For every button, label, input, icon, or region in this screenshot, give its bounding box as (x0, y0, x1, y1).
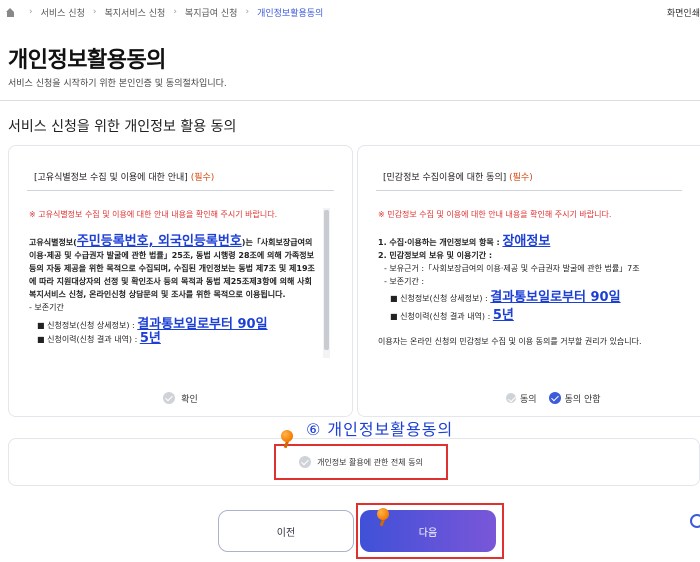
retention-value: 결과통보일로부터 90일 (490, 290, 621, 305)
consent-text: ※ 고유식별정보 수집 및 이용에 대한 안내 내용을 확인해 주시기 바랍니다… (29, 208, 316, 380)
consent-text: ※ 민감정보 수집 및 이용에 대한 안내 내용을 확인해 주시기 바랍니다. … (378, 208, 684, 380)
breadcrumb-current: 개인정보활용동의 (257, 8, 324, 19)
all-agree-label: 개인정보 활용에 관한 전체 동의 (317, 457, 423, 467)
pushpin-icon (376, 508, 390, 527)
unique-id-consent-card: [고유식별정보 수집 및 이용에 대한 안내] (필수) ※ 고유식별정보 수집… (8, 145, 353, 417)
retention-item: ■ 신청정보(신청 상세정보) : 결과통보일로부터 90일 (37, 317, 268, 332)
radio-icon[interactable] (506, 393, 516, 403)
page-subtitle: 서비스 신청을 시작하기 위한 본인인증 및 동의절차입니다. (8, 79, 227, 89)
scroll-thumb[interactable] (324, 210, 329, 350)
retention-value: 5년 (492, 308, 514, 323)
card-title: [고유식별정보 수집 및 이용에 대한 안내] (필수) (34, 173, 215, 183)
check-circle-icon[interactable] (548, 392, 561, 404)
confirm-label: 확인 (181, 394, 198, 405)
retention-value: 5년 (139, 331, 161, 346)
retention-period: 2. 민감정보의 보유 및 이용기간 : (378, 251, 493, 260)
warning-text: ※ 민감정보 수집 및 이용에 대한 안내 내용을 확인해 주시기 바랍니다. (378, 210, 612, 219)
section-title: 서비스 신청을 위한 개인정보 활용 동의 (8, 119, 237, 135)
required-badge: (필수) (190, 173, 215, 183)
warning-text: ※ 고유식별정보 수집 및 이용에 대한 안내 내용을 확인해 주시기 바랍니다… (29, 210, 278, 219)
scrollbar[interactable] (323, 208, 330, 358)
retention-label: - 보존기간 : (384, 277, 425, 286)
chevron-right-icon: › (173, 7, 177, 17)
breadcrumb-item-welfare-benefit[interactable]: 복지급여 신청 (185, 6, 238, 19)
required-badge: (필수) (509, 173, 533, 183)
print-screen-link[interactable]: 화면인쇄 (667, 6, 700, 19)
confirm-checkbox[interactable]: 확인 (9, 380, 352, 416)
circle-icon[interactable] (690, 514, 700, 528)
consent-paragraph: 고유식별정보(주민등록번호, 외국인등록번호)는「사회보장급여의 이용·제공 및… (29, 234, 315, 299)
check-circle-icon[interactable] (163, 392, 176, 404)
disagree-radio[interactable]: 동의 안함 (548, 392, 601, 405)
retention-item: ■ 신청정보(신청 상세정보) : 결과통보일로부터 90일 (390, 290, 621, 305)
divider (0, 100, 700, 101)
breadcrumb-item-welfare-service[interactable]: 복지서비스 신청 (104, 6, 165, 19)
step-annotation: ⑥ 개인정보활용동의 (306, 420, 454, 439)
chevron-right-icon: › (92, 7, 97, 17)
retention-label: - 보존기간 (29, 303, 64, 312)
divider (27, 190, 334, 191)
page-title: 개인정보활용동의 (8, 48, 166, 73)
all-agree-checkbox[interactable]: 개인정보 활용에 관한 전체 동의 (274, 444, 448, 480)
collect-items: 1. 수집·이용하는 개인정보의 항목 : 장애정보 (378, 234, 551, 249)
breadcrumb: › 서비스 신청 › 복지서비스 신청 › 복지급여 신청 › 개인정보활용동의… (0, 0, 700, 24)
check-circle-icon[interactable] (299, 456, 312, 468)
id-number-link: 주민등록번호, 외국인등록번호 (76, 234, 242, 249)
retention-item: ■ 신청이력(신청 결과 내역) : 5년 (37, 331, 161, 346)
sensitive-info-consent-card: [민감정보 수집이용에 대한 동의] (필수) ※ 민감정보 수집 및 이용에 … (357, 145, 700, 417)
retention-item: ■ 신청이력(신청 결과 내역) : 5년 (390, 308, 514, 323)
home-icon[interactable] (6, 7, 15, 17)
chevron-right-icon: › (29, 7, 33, 17)
agree-options: 동의 동의 안함 (358, 380, 700, 416)
disability-info-link: 장애정보 (502, 234, 551, 249)
retention-basis: - 보유근거 :「사회보장급여의 이용·제공 및 수급권자 발굴에 관한 법률」… (384, 264, 640, 273)
retention-value: 결과통보일로부터 90일 (137, 317, 268, 332)
chevron-right-icon: › (245, 7, 250, 17)
prev-button[interactable]: 이전 (218, 510, 354, 552)
pushpin-icon (280, 430, 294, 449)
refusal-notice: 이용자는 온라인 신청의 민감정보 수집 및 이용 동의를 거부할 권리가 있습… (378, 337, 642, 346)
breadcrumb-item-service[interactable]: 서비스 신청 (41, 6, 85, 19)
divider (376, 190, 682, 191)
agree-radio[interactable]: 동의 (506, 392, 537, 405)
card-title: [민감정보 수집이용에 대한 동의] (필수) (383, 173, 533, 183)
